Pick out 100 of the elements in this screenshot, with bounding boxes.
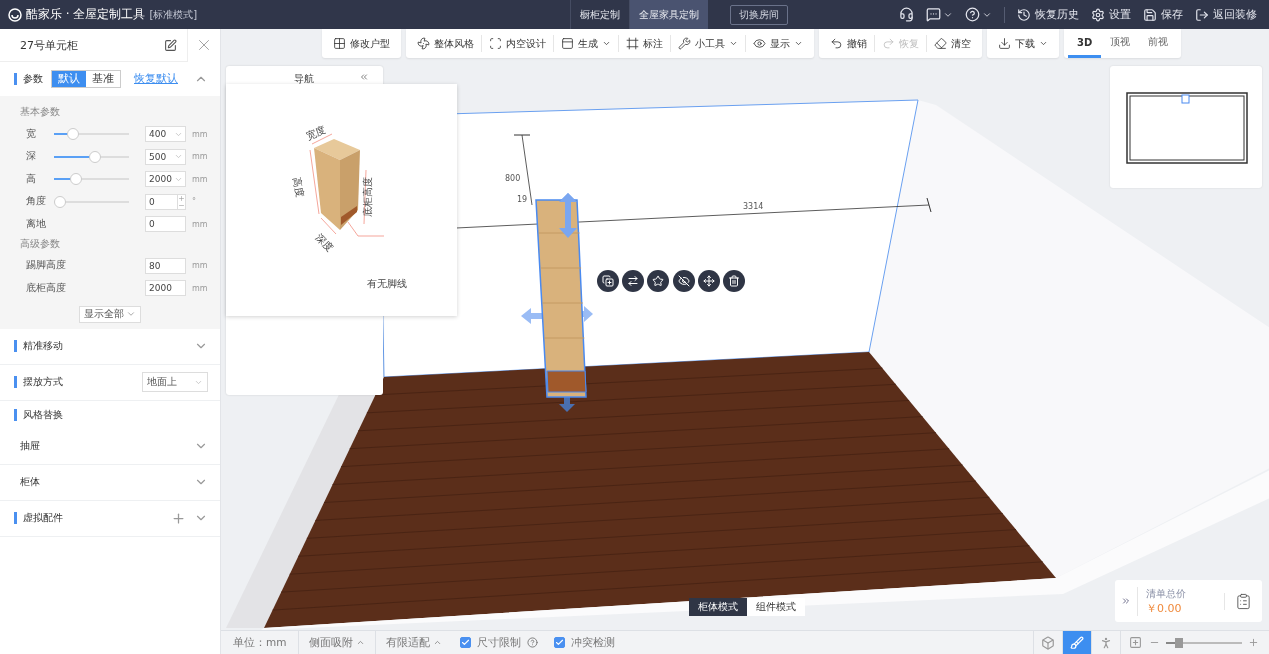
panel-title: 导航 <box>294 72 314 86</box>
dimension-label: 800 <box>505 174 521 183</box>
history-icon <box>1017 7 1031 22</box>
switch-room-button[interactable]: 切换房间 <box>730 4 788 25</box>
dimension-label: 高度 <box>290 175 307 199</box>
placement-select[interactable]: 地面上 <box>142 372 208 392</box>
swap-icon <box>627 275 640 287</box>
exit-icon <box>1195 7 1209 22</box>
caret-icon <box>126 309 136 319</box>
snap-dropdown[interactable]: 有限适配 <box>375 630 453 654</box>
increment-icon[interactable] <box>178 194 185 202</box>
add-icon[interactable] <box>171 510 186 526</box>
move-icon <box>702 275 715 287</box>
unit-label: 单位：mm <box>232 635 288 650</box>
save-icon <box>1143 7 1157 22</box>
help-icon[interactable] <box>527 637 539 648</box>
checkbox[interactable] <box>554 637 566 648</box>
toolbar-button[interactable]: 小工具 <box>670 35 745 52</box>
slider-thumb[interactable] <box>88 150 101 163</box>
reset-link[interactable]: 恢复默认 <box>134 72 178 86</box>
header-action[interactable]: 返回装修 <box>1195 7 1257 22</box>
param-field[interactable]: 80 <box>145 257 186 274</box>
slider-thumb[interactable] <box>69 173 82 186</box>
wrench-icon <box>678 37 691 50</box>
param-label: 宽 <box>25 127 37 141</box>
brush-view-button[interactable] <box>1062 630 1091 654</box>
panel-title: 27号单元柜 <box>19 37 79 53</box>
price-value: ￥0.00 <box>1146 600 1183 616</box>
delete-icon <box>728 275 740 287</box>
subsection-title: 抽屉 <box>19 439 40 453</box>
expand-icon[interactable] <box>1121 596 1131 606</box>
collapse-icon[interactable] <box>359 72 369 82</box>
toolbar-button[interactable]: 清空 <box>926 35 978 52</box>
grid-icon <box>333 37 346 50</box>
dimension-label: 宽度 <box>304 122 328 144</box>
caret-icon <box>433 638 443 647</box>
section-title: 精准移动 <box>23 339 63 353</box>
dimension-label: 底柜高度 <box>361 177 374 217</box>
toolbar-button[interactable]: 显示 <box>745 35 810 52</box>
star-icon <box>652 275 665 287</box>
checkbox-label: 冲突检测 <box>571 635 616 650</box>
clipboard-icon[interactable] <box>1235 592 1252 610</box>
close-button[interactable] <box>187 28 220 62</box>
check-icon <box>555 638 565 647</box>
hide-icon <box>677 275 690 287</box>
brush-icon <box>1070 635 1084 650</box>
toolbar-button[interactable]: 撤销 <box>823 35 874 52</box>
zoom-in-icon[interactable] <box>1248 637 1259 648</box>
headset-icon <box>899 7 914 22</box>
param-field[interactable]: 2000 <box>145 280 186 297</box>
edit-button[interactable] <box>164 38 177 52</box>
dimension-label: 深度 <box>312 231 336 255</box>
header-action[interactable]: 设置 <box>1091 7 1131 22</box>
subsection-title: 柜体 <box>19 475 40 489</box>
toolbar-button[interactable]: 生成 <box>553 35 618 52</box>
unit-label: mm <box>192 261 208 271</box>
mode-label: [标准模式] <box>149 7 198 22</box>
help-button[interactable] <box>965 7 992 22</box>
view-tab[interactable]: 3D <box>1068 29 1102 58</box>
dimension-label: 3314 <box>743 202 764 211</box>
person-icon <box>1099 635 1113 650</box>
check-icon <box>461 638 471 647</box>
download-icon <box>998 37 1011 50</box>
slider-thumb[interactable] <box>1174 637 1183 648</box>
header-tab[interactable]: 全屋家具定制 <box>629 0 708 29</box>
param-field[interactable]: 2000 <box>145 171 186 188</box>
param-label: 底柜高度 <box>25 281 67 295</box>
param-field[interactable]: 500 <box>145 148 186 165</box>
mode-tab[interactable]: 柜体模式 <box>689 598 747 616</box>
app-title: 酷家乐 · 全屋定制工具 <box>26 6 146 23</box>
header-action[interactable]: 恢复历史 <box>1017 7 1079 22</box>
toolbar-button[interactable]: 内空设计 <box>481 35 553 52</box>
scan-icon <box>489 37 502 50</box>
unit-label: mm <box>192 283 208 293</box>
view-tab[interactable]: 顶视 <box>1101 29 1140 58</box>
header-action[interactable]: 保存 <box>1143 7 1183 22</box>
param-label: 高 <box>25 172 37 186</box>
group-title: 高级参数 <box>20 237 61 251</box>
panel-icon <box>561 37 574 50</box>
param-label: 踢脚高度 <box>25 259 67 273</box>
caret-icon <box>729 39 738 48</box>
slider-thumb[interactable] <box>54 195 66 208</box>
checkbox[interactable] <box>460 637 472 648</box>
caret-icon <box>794 39 803 48</box>
param-field[interactable]: 400 <box>145 126 186 143</box>
view-tab[interactable]: 前视 <box>1139 29 1178 58</box>
show-all-button[interactable]: 显示全部 <box>79 305 141 323</box>
slider-thumb[interactable] <box>66 128 79 141</box>
unit-label: mm <box>192 129 208 139</box>
toolbar-button[interactable]: 整体风格 <box>410 35 481 52</box>
param-field[interactable]: 0 <box>145 193 186 210</box>
dimension-label: 19 <box>517 195 528 204</box>
support-button[interactable] <box>899 7 914 22</box>
snap-dropdown[interactable]: 侧面吸附 <box>298 630 376 654</box>
message-button[interactable] <box>926 7 953 22</box>
toolbar-button[interactable]: 标注 <box>618 35 670 52</box>
param-label: 离地 <box>25 217 47 231</box>
section-title: 摆放方式 <box>23 375 63 389</box>
param-field[interactable]: 0 <box>145 216 186 233</box>
section-title: 虚拟配件 <box>23 511 63 525</box>
